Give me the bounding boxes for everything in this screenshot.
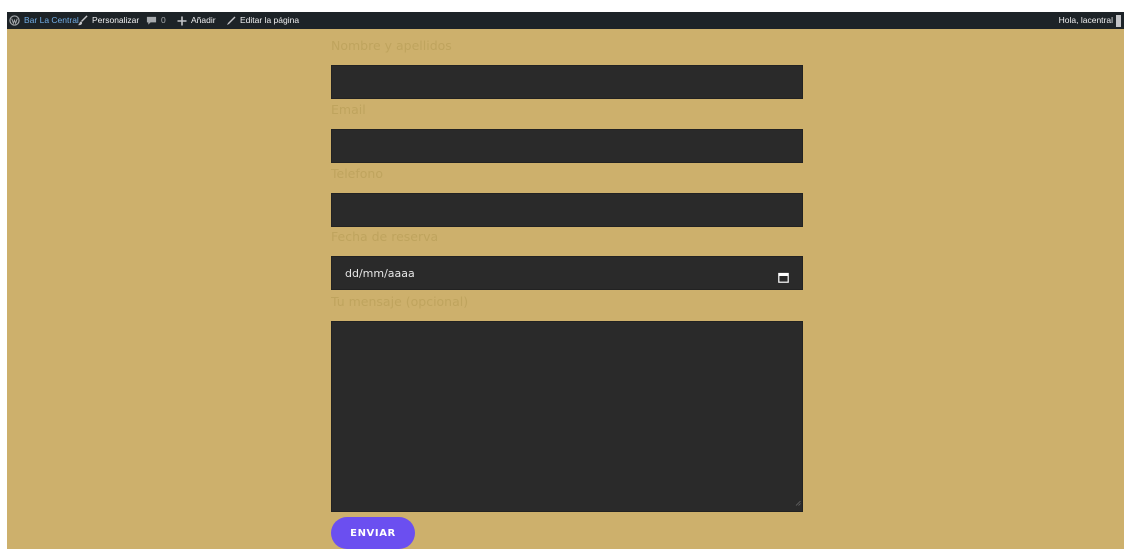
avatar	[1116, 14, 1121, 27]
customize-label: Personalizar	[92, 15, 140, 25]
email-label: Email	[331, 102, 366, 117]
add-new-label: Añadir	[191, 15, 216, 25]
email-field[interactable]	[331, 129, 803, 163]
edit-page-label: Editar la página	[240, 15, 300, 25]
message-label: Tu mensaje (opcional)	[331, 294, 469, 309]
admin-bar-comments[interactable]: 0	[146, 12, 166, 29]
wordpress-icon	[9, 15, 24, 26]
site-name: Bar La Central	[24, 15, 79, 25]
admin-bar-edit-page[interactable]: Editar la página	[226, 12, 299, 29]
date-field[interactable]: dd/mm/aaaa	[331, 256, 803, 290]
name-field[interactable]	[331, 65, 803, 99]
admin-bar-account[interactable]: Hola, lacentral	[1059, 12, 1121, 29]
phone-label: Telefono	[331, 166, 383, 181]
date-label: Fecha de reserva	[331, 229, 439, 244]
submit-button[interactable]: ENVIAR	[331, 517, 415, 549]
plus-icon	[177, 16, 191, 26]
pencil-icon	[226, 16, 240, 26]
brush-icon	[77, 15, 92, 26]
admin-bar-customize[interactable]: Personalizar	[77, 12, 139, 29]
message-textarea[interactable]	[331, 321, 803, 512]
comment-icon	[146, 15, 161, 26]
date-value: dd/mm/aaaa	[345, 267, 415, 280]
comments-count: 0	[161, 15, 166, 25]
admin-bar: Bar La Central Personalizar 0 Añadir Edi…	[7, 12, 1124, 29]
phone-field[interactable]	[331, 193, 803, 227]
greeting-label: Hola, lacentral	[1058, 15, 1113, 25]
admin-bar-site[interactable]: Bar La Central	[9, 12, 79, 29]
page-canvas: Bar La Central Personalizar 0 Añadir Edi…	[7, 12, 1124, 549]
resize-handle-icon[interactable]	[795, 491, 801, 510]
admin-bar-add-new[interactable]: Añadir	[177, 12, 216, 29]
name-label: Nombre y apellidos	[331, 38, 452, 53]
calendar-icon[interactable]	[778, 268, 789, 287]
